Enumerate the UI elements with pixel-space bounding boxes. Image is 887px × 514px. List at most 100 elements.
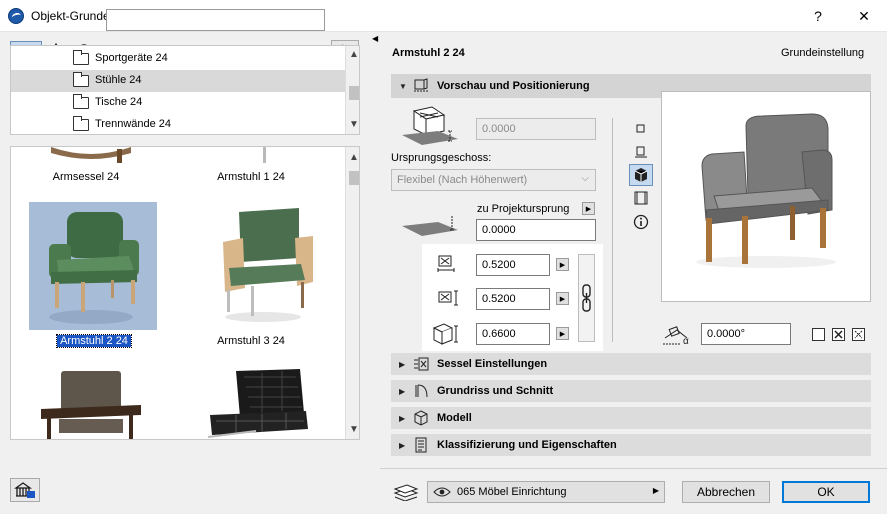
submenu-arrow-icon: ▶ [652,486,659,495]
library-building-icon [14,482,35,498]
tree-scrollbar[interactable]: ▲ ▼ [345,46,359,134]
mirror-x-icon [834,330,843,339]
view-section-button[interactable] [629,187,653,209]
gallery-label: Armstuhl 2 24 [56,334,132,348]
parameters-icon [414,357,429,371]
rotation-angle-field[interactable]: 0.0000° [701,323,791,345]
elevation-field[interactable]: 0.0000 [476,118,596,140]
cancel-button[interactable]: Abbrechen [682,481,770,503]
barcelona-chair-thumbnail[interactable] [196,369,326,439]
default-settings-label: Grundeinstellung [781,47,865,59]
width-field[interactable]: 0.5200 [476,254,550,276]
origin-story-select[interactable]: Flexibel (Nach Höhenwert) ⌵ [391,169,596,191]
mirror-none-checkbox[interactable] [812,328,825,341]
tree-item-tische[interactable]: Tische 24 [11,92,345,114]
tree-item-label: Stühle 24 [95,74,142,86]
armstuhl-2-thumbnail[interactable] [29,202,157,330]
gallery-scrollbar[interactable]: ▲ ▼ [345,147,359,439]
section-label: Vorschau und Positionierung [437,80,590,92]
section-label: Sessel Einstellungen [437,358,548,370]
cube-icon [634,168,648,182]
mirror-y-checkbox[interactable] [852,328,865,341]
gallery-label[interactable]: Armsessel 24 [11,171,161,183]
folder-tree: Sportgeräte 24 Stühle 24 Tische 24 Trenn… [10,45,360,135]
armstuhl-3-thumbnail[interactable] [201,202,321,330]
layers-icon [393,484,419,501]
collapsed-arrow-icon: ▶ [399,440,406,450]
width-icon [437,255,455,272]
info-icon [633,214,649,230]
tree-item-label: Tische 24 [95,96,143,108]
ok-button[interactable]: OK [782,481,870,503]
scroll-down-icon[interactable]: ▼ [346,118,359,132]
help-button[interactable]: ? [795,0,841,32]
gallery-label-selected[interactable]: Armstuhl 2 24 [19,334,169,348]
app-logo-icon [8,8,24,24]
mirror-y-icon [854,330,863,339]
model-cube-icon [414,410,428,426]
origin-story-value: Flexibel (Nach Höhenwert) [397,174,528,186]
tree-item-stuehle[interactable]: Stühle 24 [11,70,345,92]
section-floorplan-section[interactable]: ▶ Grundriss und Schnitt [391,380,871,402]
gallery-label[interactable]: Armstuhl 1 24 [176,171,326,183]
info-button[interactable] [629,211,653,233]
library-search-input[interactable] [106,9,325,31]
scroll-down-icon[interactable]: ▼ [346,423,359,437]
armchair-brown-thumbnail[interactable] [31,369,151,439]
project-origin-toggle-button[interactable]: ▶ [582,202,595,215]
depth-arrow-button[interactable]: ▶ [556,292,569,305]
project-origin-label: zu Projektursprung [477,203,570,215]
width-arrow-button[interactable]: ▶ [556,258,569,271]
classification-icon [415,437,427,453]
tree-item-trennwaende[interactable]: Trennwände 24 [11,114,345,134]
view-elevation-button[interactable] [629,141,653,163]
square-icon [636,124,645,133]
collapsed-arrow-icon: ▶ [399,386,406,396]
filmstrip-icon [634,191,648,205]
view-3d-button[interactable] [629,164,653,186]
view-2d-button[interactable] [629,118,653,140]
rotation-angle-icon: α [663,326,689,346]
object-gallery: Armsessel 24 Armstuhl 1 24 Armstuhl 2 24… [10,146,360,440]
layer-selector[interactable]: 065 Möbel Einrichtung ▶ [427,481,665,503]
depth-icon [438,290,458,306]
collapse-arrow-icon[interactable]: ◀ [372,34,378,43]
scroll-thumb[interactable] [349,86,359,100]
eye-icon [433,487,451,497]
height-arrow-button[interactable]: ▶ [556,327,569,340]
section-label: Grundriss und Schnitt [437,385,554,397]
depth-field[interactable]: 0.5200 [476,288,550,310]
section-label: Modell [437,412,472,424]
elevation-icon [402,106,458,145]
project-origin-field[interactable]: 0.0000 [476,219,596,241]
armsessel-thumbnail[interactable] [31,147,151,165]
footer-divider [380,468,887,469]
object-3d-preview[interactable] [661,91,871,302]
section-classification[interactable]: ▶ Klassifizierung und Eigenschaften [391,434,871,456]
library-manager-button[interactable] [10,478,40,502]
collapsed-arrow-icon: ▶ [399,413,406,423]
divider [612,118,613,342]
chain-link-icon [582,284,591,312]
gallery-label[interactable]: Armstuhl 3 24 [176,335,326,347]
mirror-x-checkbox[interactable] [832,328,845,341]
project-origin-icon [402,216,458,236]
scroll-thumb[interactable] [349,171,359,185]
armstuhl-1-thumbnail[interactable] [211,147,311,165]
object-name: Armstuhl 2 24 [392,47,465,59]
proportion-lock-button[interactable] [578,254,595,342]
close-button[interactable]: ✕ [841,0,887,32]
section-model[interactable]: ▶ Modell [391,407,871,429]
height-field[interactable]: 0.6600 [476,323,550,345]
panel-splitter[interactable]: ◀ [371,32,380,514]
scroll-up-icon[interactable]: ▲ [346,48,359,62]
tree-item-sportgeraete[interactable]: Sportgeräte 24 [11,48,345,70]
scroll-up-icon[interactable]: ▲ [346,151,359,165]
expanded-arrow-icon: ▼ [399,81,407,91]
svg-text:α: α [683,336,689,346]
section-label: Klassifizierung und Eigenschaften [437,439,617,451]
layer-name: 065 Möbel Einrichtung [457,486,567,498]
tree-item-label: Sportgeräte 24 [95,52,168,64]
elevation-view-icon [635,146,647,158]
section-chair-settings[interactable]: ▶ Sessel Einstellungen [391,353,871,375]
